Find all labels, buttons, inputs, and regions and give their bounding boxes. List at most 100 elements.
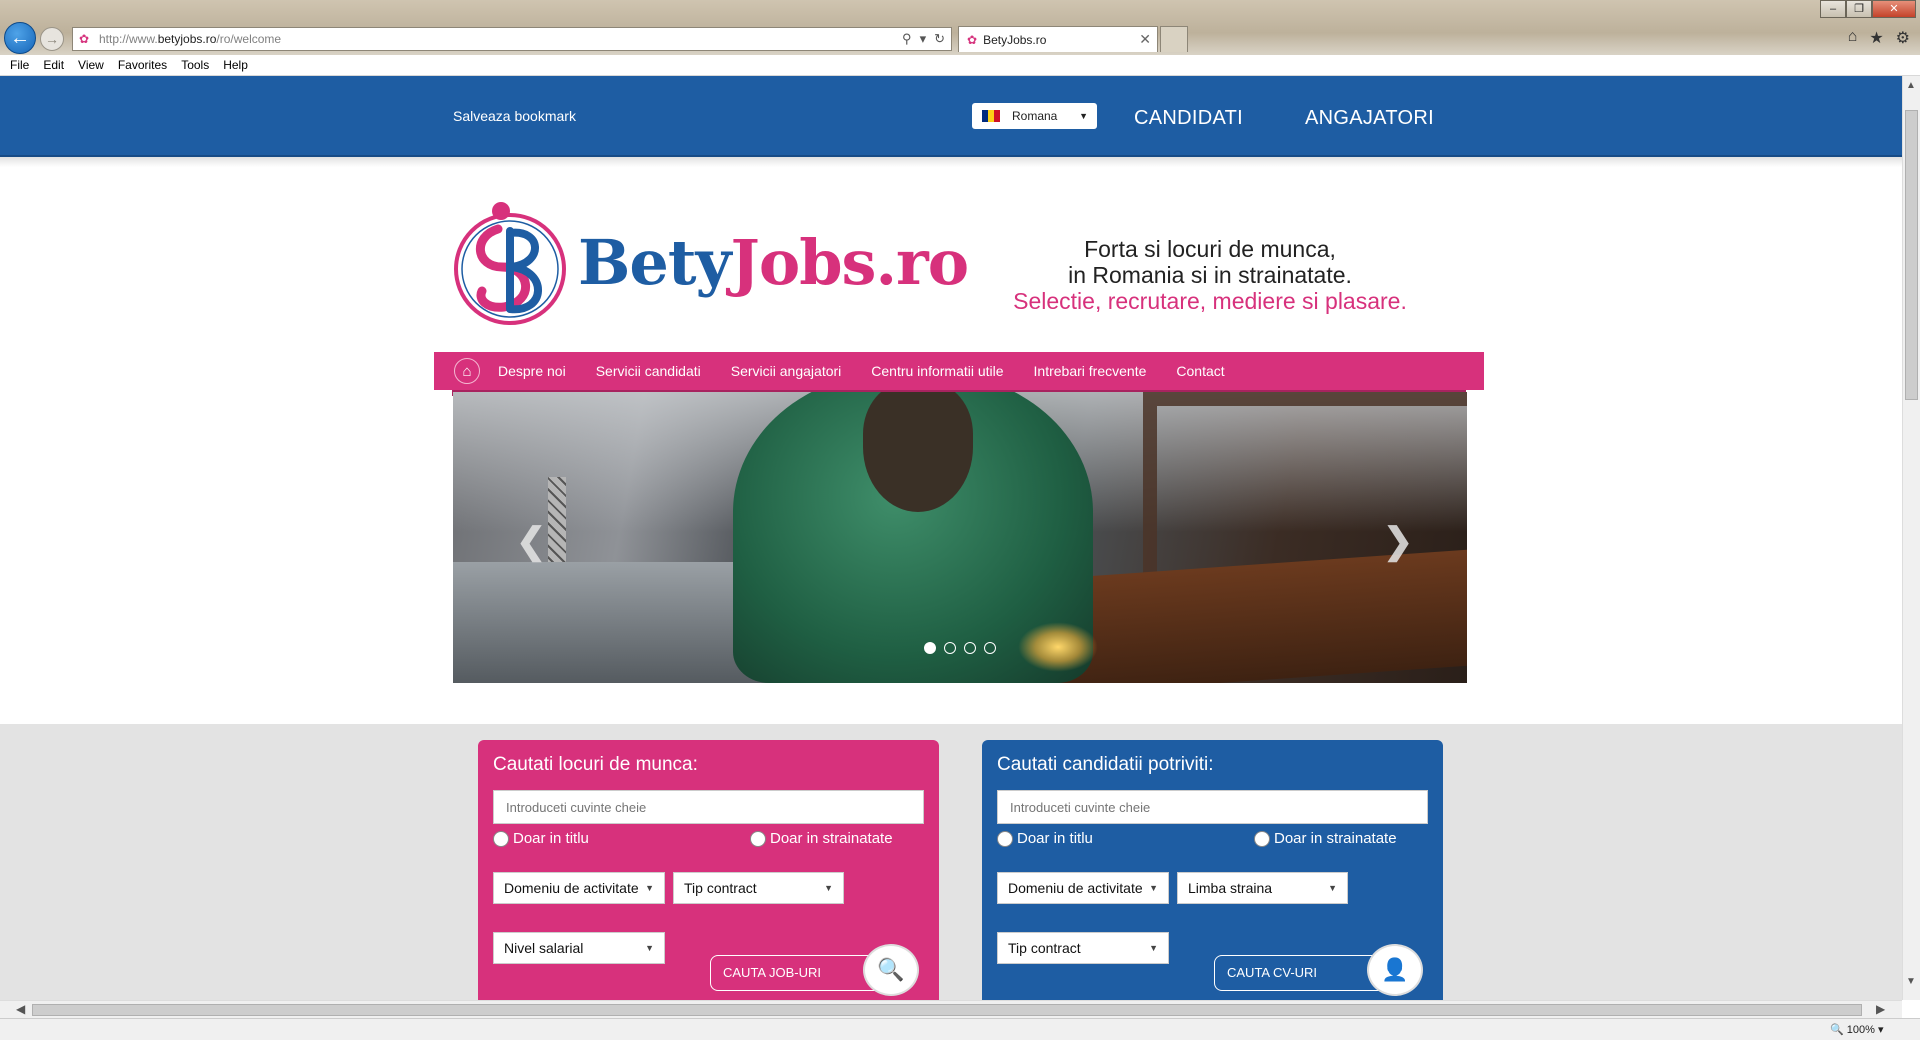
scroll-down-icon[interactable]: ▼ [1906, 976, 1916, 987]
scroll-up-icon[interactable]: ▲ [1906, 80, 1916, 91]
candidate-abroad-only-radio[interactable]: Doar in strainatate [1254, 830, 1397, 847]
select-value: Limba straina [1188, 880, 1273, 896]
job-abroad-only-radio[interactable]: Doar in strainatate [750, 830, 893, 847]
radio-label: Doar in strainatate [1274, 830, 1397, 847]
dropdown-arrow-icon[interactable]: ▾ [920, 31, 927, 47]
radio-label: Doar in titlu [513, 830, 589, 847]
candidate-contract-select[interactable]: Tip contract ▼ [997, 932, 1169, 964]
candidate-search-panel: Cautati candidatii potriviti: Doar in ti… [982, 740, 1443, 1000]
horizontal-scrollbar[interactable]: ◀ ▶ [0, 1000, 1902, 1018]
back-button[interactable]: ← [4, 22, 36, 54]
menu-favorites[interactable]: Favorites [118, 55, 167, 75]
nav-candidati-link[interactable]: CANDIDATI [1134, 107, 1243, 130]
menu-edit[interactable]: Edit [43, 55, 64, 75]
scroll-left-icon[interactable]: ◀ [16, 1002, 25, 1016]
slider-dots [924, 642, 996, 654]
site-favicon-icon: ✿ [79, 32, 90, 46]
nav-contact[interactable]: Contact [1176, 363, 1224, 379]
menu-help[interactable]: Help [223, 55, 248, 75]
save-bookmark-link[interactable]: Salveaza bookmark [453, 108, 576, 124]
close-window-icon[interactable]: ✕ [1872, 0, 1916, 18]
nav-servicii-candidati[interactable]: Servicii candidati [596, 363, 701, 379]
job-search-title: Cautati locuri de munca: [493, 754, 698, 775]
job-contract-select[interactable]: Tip contract ▼ [673, 872, 844, 904]
site-logo-text[interactable]: BetyJobs.ro [578, 226, 970, 299]
job-keywords-input[interactable] [493, 790, 924, 824]
candidate-search-title: Cautati candidatii potriviti: [997, 754, 1214, 775]
search-icon[interactable]: ⚲ [902, 31, 912, 47]
tagline-line-3: Selectie, recrutare, mediere si plasare. [1013, 288, 1407, 314]
job-search-badge-icon[interactable]: 🔍 [863, 944, 919, 996]
tagline-line-1: Forta si locuri de munca, [1084, 236, 1336, 262]
minimize-icon[interactable]: – [1820, 0, 1846, 18]
menu-view[interactable]: View [78, 55, 104, 75]
browser-tab[interactable]: ✿ BetyJobs.ro ✕ [958, 26, 1158, 52]
job-domain-select[interactable]: Domeniu de activitate ▼ [493, 872, 665, 904]
radio-circle-icon [1254, 830, 1270, 847]
tab-title: BetyJobs.ro [983, 32, 1047, 47]
slider-dot[interactable] [964, 642, 976, 654]
horizontal-scroll-thumb[interactable] [32, 1004, 1862, 1016]
job-salary-select[interactable]: Nivel salarial ▼ [493, 932, 665, 964]
slider-dot[interactable] [984, 642, 996, 654]
romania-flag-icon [982, 110, 1000, 122]
select-value: Tip contract [684, 880, 757, 896]
search-jobs-button[interactable]: CAUTA JOB-URI [710, 955, 886, 991]
address-bar[interactable]: ✿ http://www.betyjobs.ro/ro/welcome ⚲ ▾ … [72, 27, 952, 51]
job-radio-row: Doar in titlu Doar in strainatate [493, 828, 924, 858]
refresh-icon[interactable]: ↻ [934, 31, 945, 47]
menu-file[interactable]: File [10, 55, 29, 75]
url-path: /ro/welcome [216, 32, 282, 46]
maximize-icon[interactable]: ❐ [1846, 0, 1872, 18]
tab-favicon-icon: ✿ [967, 32, 978, 47]
hero-slider[interactable]: ❮ ❯ [453, 392, 1467, 683]
radio-circle-icon [493, 830, 509, 847]
new-tab-button[interactable] [1160, 26, 1188, 52]
nav-centru-informatii[interactable]: Centru informatii utile [871, 363, 1003, 379]
address-url[interactable]: http://www.betyjobs.ro/ro/welcome [99, 32, 902, 46]
scroll-right-icon[interactable]: ▶ [1876, 1002, 1885, 1016]
slider-next-icon[interactable]: ❯ [1383, 520, 1413, 562]
radio-label: Doar in titlu [1017, 830, 1093, 847]
candidate-keywords-input[interactable] [997, 790, 1428, 824]
betyjobs-logo-icon[interactable] [452, 201, 568, 325]
candidate-language-select[interactable]: Limba straina ▼ [1177, 872, 1348, 904]
chevron-down-icon: ▼ [1079, 111, 1088, 121]
language-value: Romana [1012, 109, 1058, 123]
nav-intrebari-frecvente[interactable]: Intrebari frecvente [1034, 363, 1147, 379]
chevron-down-icon: ▼ [645, 943, 654, 953]
language-select[interactable]: Romana ▼ [972, 103, 1097, 129]
candidate-search-badge-icon[interactable]: 👤 [1367, 944, 1423, 996]
chevron-down-icon: ▼ [1149, 883, 1158, 893]
chevron-down-icon: ▼ [1149, 943, 1158, 953]
job-title-only-radio[interactable]: Doar in titlu [493, 830, 589, 847]
nav-servicii-angajatori[interactable]: Servicii angajatori [731, 363, 842, 379]
menu-tools[interactable]: Tools [181, 55, 209, 75]
favorites-star-icon[interactable]: ★ [1869, 28, 1883, 48]
search-cvs-button[interactable]: CAUTA CV-URI [1214, 955, 1390, 991]
slider-prev-icon[interactable]: ❮ [516, 520, 546, 562]
zoom-control[interactable]: 🔍 100% ▾ [1830, 1023, 1883, 1036]
slider-dot[interactable] [924, 642, 936, 654]
nav-despre-noi[interactable]: Despre noi [498, 363, 566, 379]
select-value: Domeniu de activitate [1008, 880, 1143, 896]
tagline: Forta si locuri de munca, in Romania si … [960, 236, 1460, 314]
vertical-scrollbar[interactable]: ▲ ▼ [1902, 76, 1920, 1000]
candidate-title-only-radio[interactable]: Doar in titlu [997, 830, 1093, 847]
status-bar: 🔍 100% ▾ [0, 1018, 1920, 1040]
slider-dot[interactable] [944, 642, 956, 654]
vertical-scroll-thumb[interactable] [1905, 110, 1918, 400]
browser-title-bar: ← → ✿ http://www.betyjobs.ro/ro/welcome … [0, 0, 1920, 55]
candidate-domain-select[interactable]: Domeniu de activitate ▼ [997, 872, 1169, 904]
forward-button[interactable]: → [40, 27, 64, 51]
job-search-panel: Cautati locuri de munca: Doar in titlu D… [478, 740, 939, 1000]
radio-circle-icon [750, 830, 766, 847]
nav-angajatori-link[interactable]: ANGAJATORI [1305, 107, 1434, 130]
select-value: Tip contract [1008, 940, 1081, 956]
home-icon[interactable]: ⌂ [454, 358, 480, 384]
home-icon[interactable]: ⌂ [1848, 28, 1858, 48]
logo-text-jobs: Jobs.ro [730, 226, 970, 299]
settings-gear-icon[interactable]: ⚙ [1896, 28, 1910, 48]
tagline-line-2: in Romania si in strainatate. [1068, 262, 1352, 288]
close-tab-icon[interactable]: ✕ [1139, 31, 1151, 48]
